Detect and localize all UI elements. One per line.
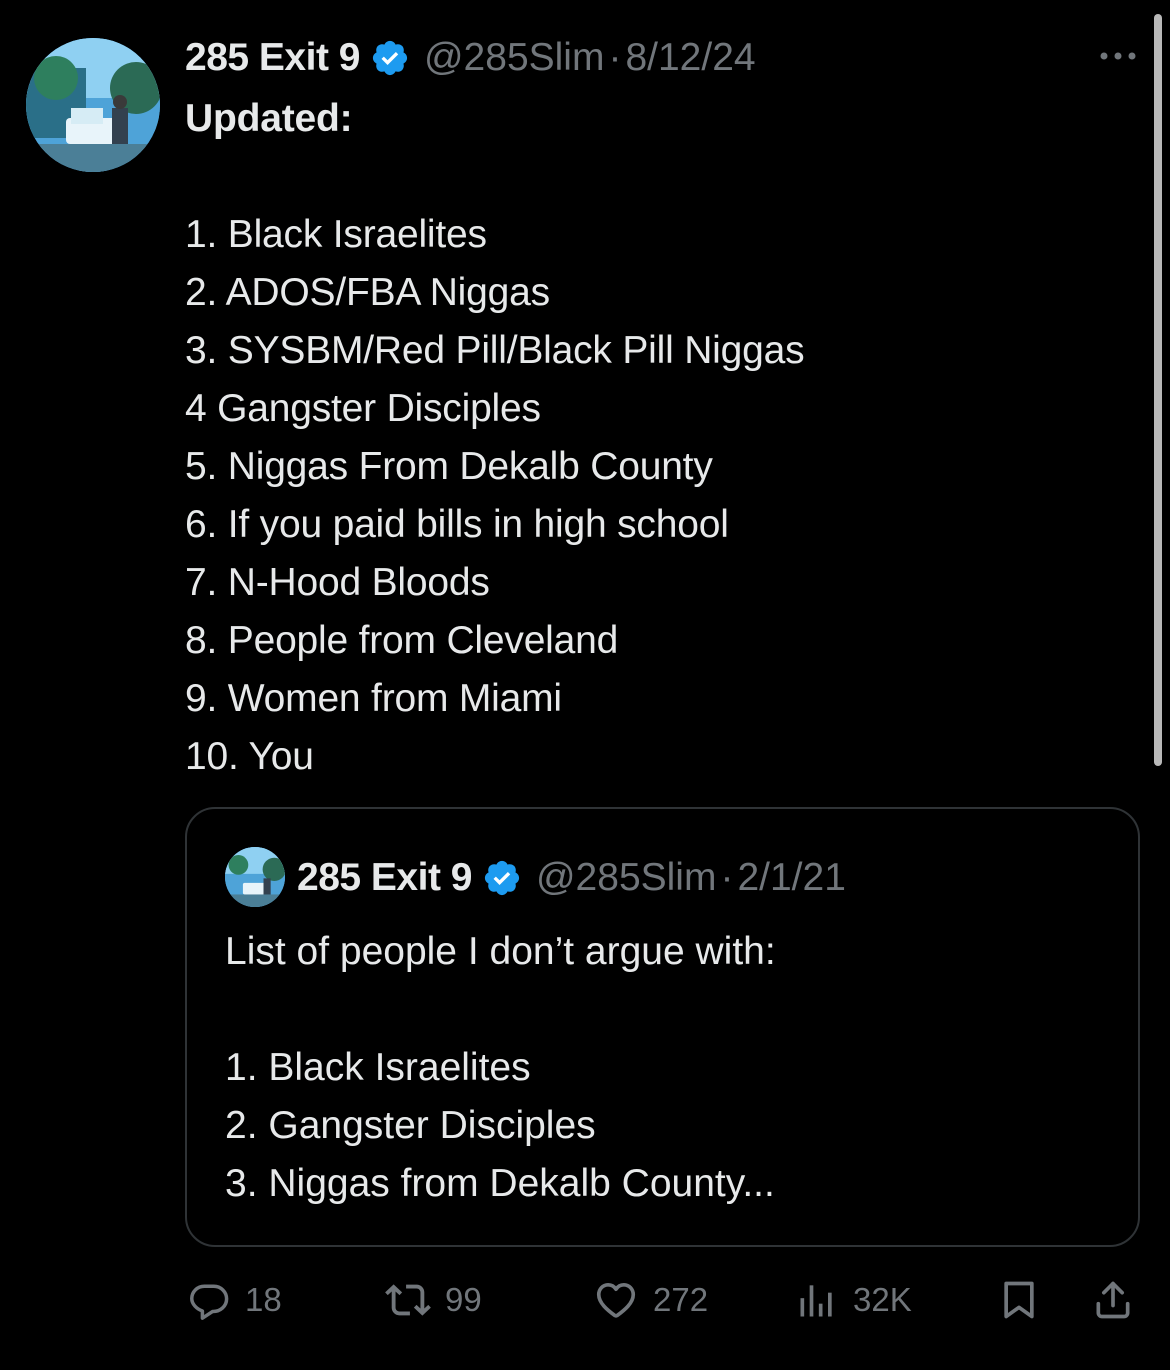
share-icon: [1091, 1278, 1135, 1322]
quote-text: List of people I don’t argue with: 1. Bl…: [225, 923, 1105, 1213]
verified-badge-icon: [482, 858, 522, 898]
tweet-actions: 18 99 272 32K: [185, 1272, 1145, 1328]
views-button[interactable]: 32K: [795, 1272, 912, 1328]
avatar[interactable]: [26, 38, 160, 172]
verified-badge-icon: [370, 38, 410, 78]
quote-text-line: List of people I don’t argue with:: [225, 930, 776, 973]
tweet-text-line: 8. People from Cleveland: [185, 619, 619, 662]
more-icon[interactable]: [1096, 46, 1140, 66]
author-name[interactable]: 285 Exit 9: [185, 36, 360, 80]
quote-text-line: 2. Gangster Disciples: [225, 1104, 596, 1147]
tweet-text-line: Updated:: [185, 97, 353, 140]
tweet-text-line: 3. SYSBM/Red Pill/Black Pill Niggas: [185, 329, 805, 372]
tweet[interactable]: 285 Exit 9 @285Slim · 8/12/24 Updated: 1…: [0, 0, 1170, 1370]
like-button[interactable]: 272: [593, 1272, 708, 1328]
quote-text-blank-line: [225, 981, 1105, 1039]
tweet-text-line: 6. If you paid bills in high school: [185, 503, 729, 546]
quote-date: 2/1/21: [737, 856, 846, 899]
tweet-text-line: 7. N-Hood Bloods: [185, 561, 490, 604]
tweet-text-line: 4 Gangster Disciples: [185, 387, 541, 430]
tweet-text-line: 5. Niggas From Dekalb County: [185, 445, 713, 488]
views-count: 32K: [853, 1281, 912, 1318]
tweet-date[interactable]: 8/12/24: [625, 36, 755, 80]
bookmark-button[interactable]: [997, 1272, 1041, 1328]
heart-icon: [593, 1277, 639, 1323]
reply-count: 18: [245, 1281, 282, 1318]
tweet-text-line: 10. You: [185, 735, 314, 778]
separator-dot: ·: [720, 856, 734, 899]
quote-author-handle: @285Slim: [535, 856, 717, 899]
bookmark-icon: [997, 1278, 1041, 1322]
share-button[interactable]: [1091, 1272, 1135, 1328]
tweet-text-line: 1. Black Israelites: [185, 213, 487, 256]
reply-button[interactable]: 18: [187, 1272, 282, 1328]
separator-dot: ·: [608, 36, 622, 79]
quote-text-line: 1. Black Israelites: [225, 1046, 531, 1089]
quote-avatar: [225, 847, 285, 907]
retweet-icon: [385, 1277, 431, 1323]
scrollbar[interactable]: [1154, 14, 1162, 766]
quote-text-line: 3. Niggas from Dekalb County...: [225, 1162, 775, 1205]
retweet-button[interactable]: 99: [385, 1272, 482, 1328]
tweet-text: Updated: 1. Black Israelites 2. ADOS/FBA…: [185, 90, 1145, 786]
tweet-text-line: 2. ADOS/FBA Niggas: [185, 271, 550, 314]
author-handle[interactable]: @285Slim: [424, 36, 605, 80]
views-icon: [795, 1278, 839, 1322]
quote-author-name: 285 Exit 9: [297, 856, 472, 899]
quoted-tweet[interactable]: 285 Exit 9 @285Slim · 2/1/21 List of peo…: [185, 807, 1140, 1247]
retweet-count: 99: [445, 1281, 482, 1318]
like-count: 272: [653, 1281, 709, 1318]
tweet-text-blank-line: [185, 148, 1145, 206]
quote-header: 285 Exit 9 @285Slim · 2/1/21: [297, 849, 846, 907]
reply-icon: [187, 1278, 231, 1322]
tweet-text-line: 9. Women from Miami: [185, 677, 562, 720]
tweet-header: 285 Exit 9 @285Slim · 8/12/24: [185, 30, 756, 86]
